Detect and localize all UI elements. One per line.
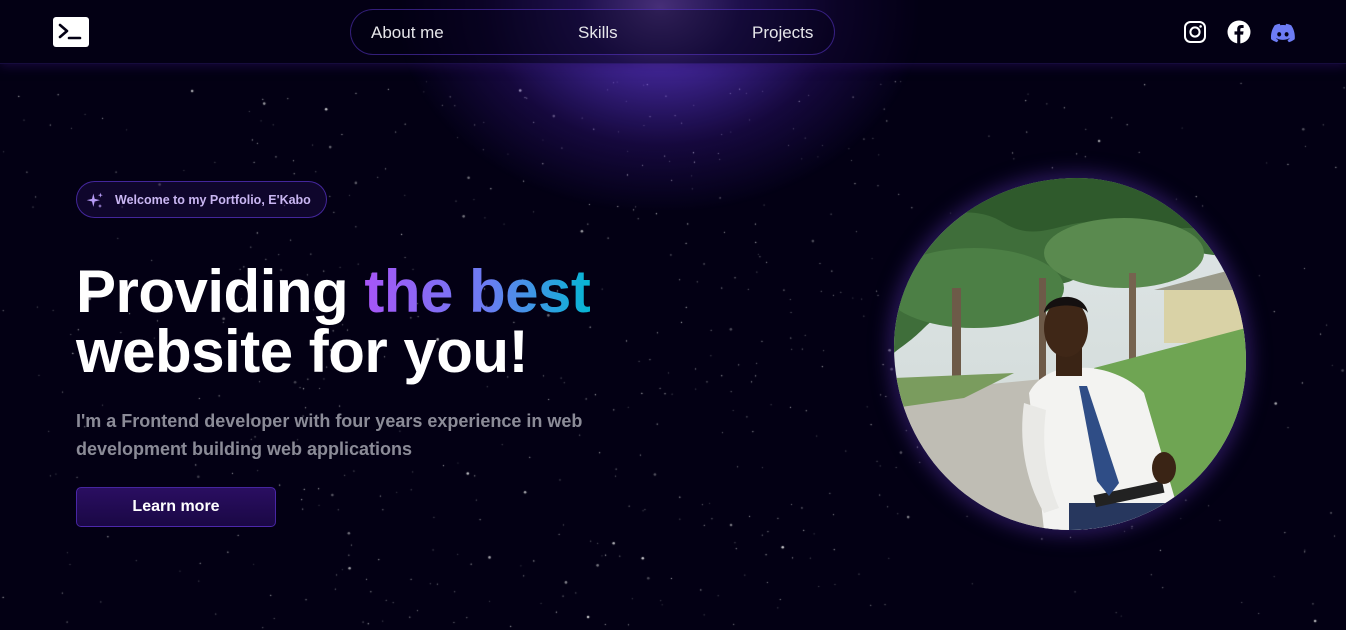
headline-end: website for you!: [76, 318, 529, 385]
learn-more-button[interactable]: Learn more: [76, 487, 276, 527]
nav-link-about[interactable]: About me: [371, 23, 444, 43]
profile-photo: [894, 178, 1246, 530]
nav-link-projects[interactable]: Projects: [752, 23, 813, 43]
welcome-badge-text: Welcome to my Portfolio, E'Kabo: [115, 193, 311, 207]
hero-description: I'm a Frontend developer with four years…: [76, 411, 583, 459]
instagram-icon[interactable]: [1183, 20, 1207, 44]
headline-highlight: the best: [364, 258, 591, 325]
navbar: About me Skills Projects: [0, 0, 1346, 64]
discord-icon[interactable]: [1270, 20, 1295, 44]
nav-menu: About me Skills Projects: [350, 9, 835, 55]
nav-link-skills[interactable]: Skills: [578, 23, 618, 43]
welcome-badge: Welcome to my Portfolio, E'Kabo: [76, 181, 327, 218]
sparkles-icon: [86, 192, 103, 209]
hero-headline: Providing the best website for you!: [76, 262, 591, 385]
headline-start: Providing: [76, 258, 365, 325]
facebook-icon[interactable]: [1227, 20, 1251, 44]
terminal-icon[interactable]: [53, 17, 89, 47]
